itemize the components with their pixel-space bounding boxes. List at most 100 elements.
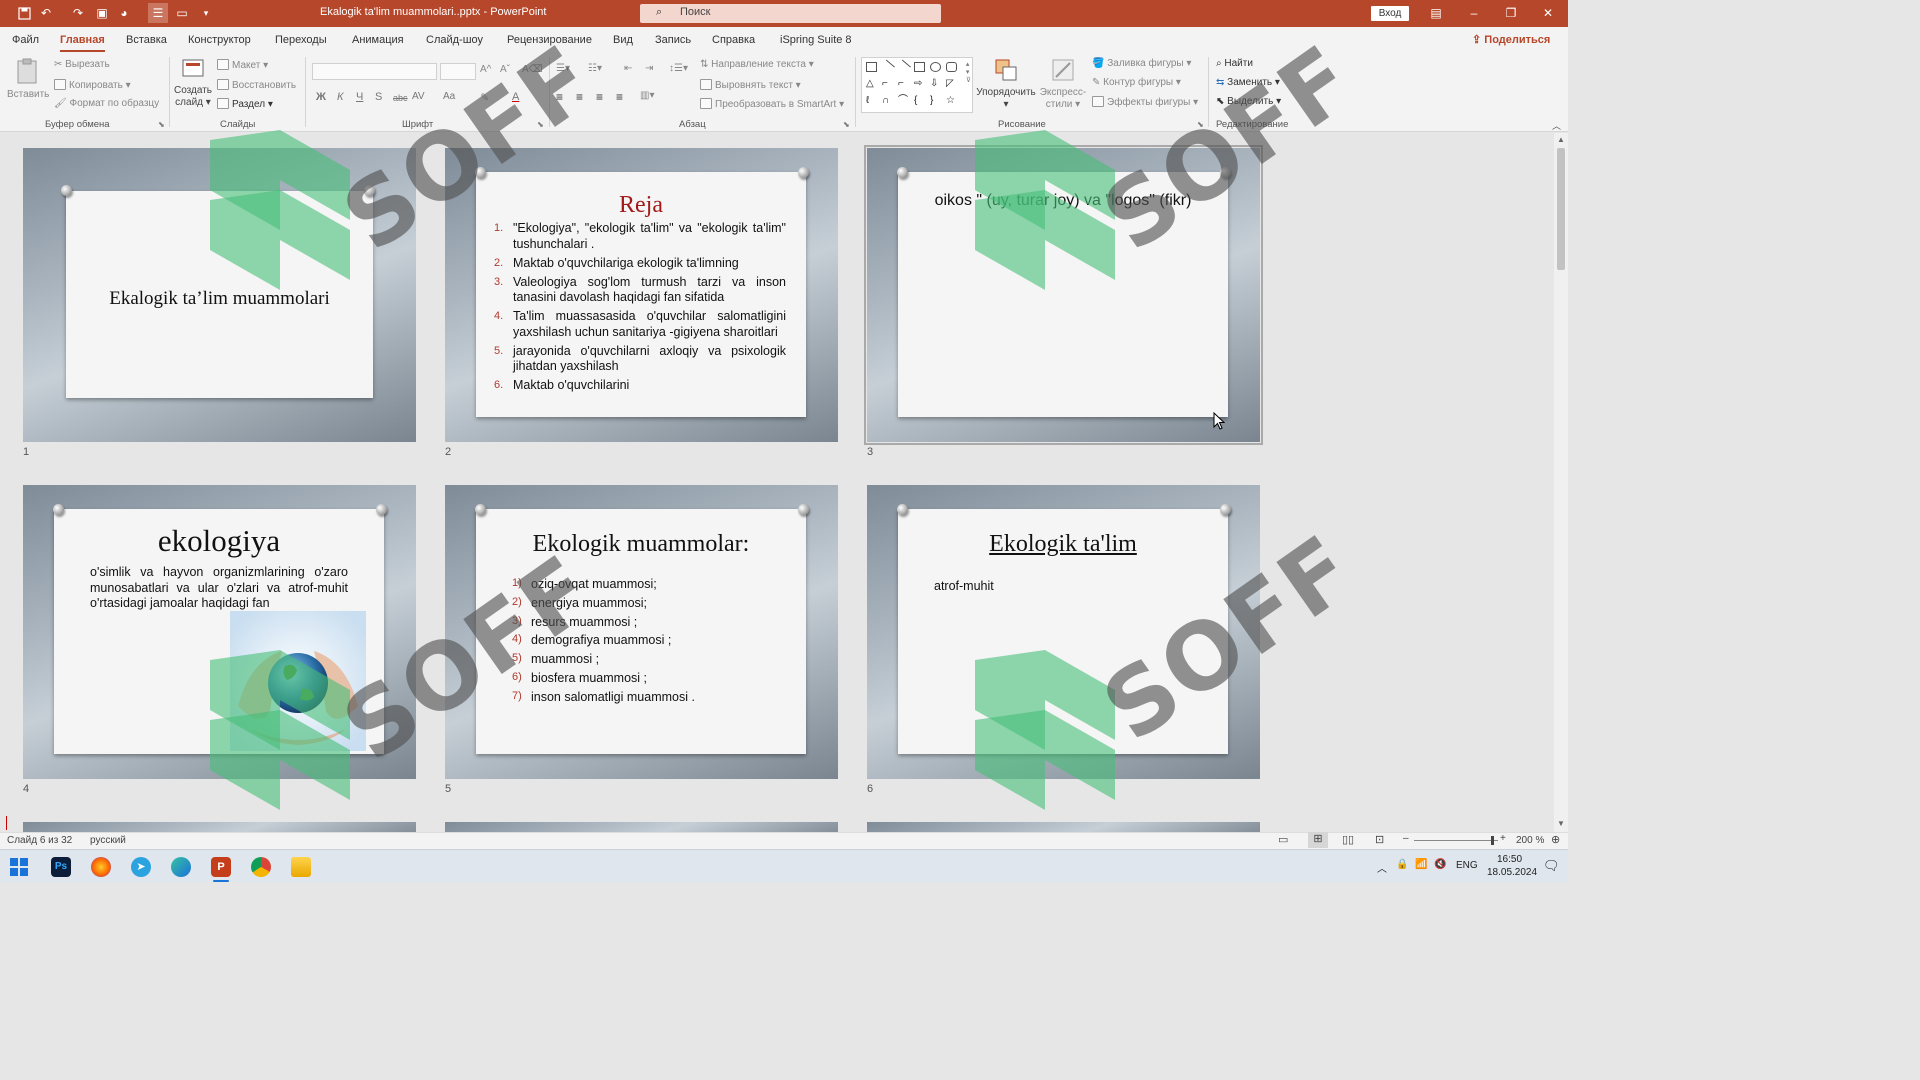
powerpoint-taskbar-icon[interactable]: P (211, 857, 231, 877)
drawing-launcher-icon[interactable]: ⬊ (1197, 120, 1204, 129)
slideshow-view-icon[interactable]: ⊡ (1375, 833, 1384, 846)
down-arrow-shape-icon[interactable]: ⇩ (930, 79, 941, 89)
italic-button[interactable]: К (337, 91, 343, 103)
scrollbar-thumb[interactable] (1557, 148, 1565, 270)
grow-font-icon[interactable]: A^ (480, 64, 491, 75)
align-left-icon[interactable]: ≡ (556, 90, 563, 104)
redo-icon[interactable]: ↷ (70, 5, 86, 21)
clear-format-icon[interactable]: A⌫ (522, 64, 543, 75)
slide-thumbnail-7[interactable] (23, 822, 416, 832)
undo-icon[interactable]: ↶ (38, 5, 54, 21)
tab-ispring[interactable]: iSpring Suite 8 (780, 34, 852, 46)
tab-record[interactable]: Запись (655, 34, 691, 46)
line-shape-icon[interactable] (880, 59, 895, 75)
save-icon[interactable] (16, 5, 32, 21)
callout-shape-icon[interactable]: ◸ (946, 79, 957, 89)
fit-to-window-icon[interactable]: ⊕ (1551, 833, 1560, 846)
oval-shape-icon[interactable] (930, 62, 941, 72)
quick-styles-button[interactable]: Экспресс-стили ▾ (1038, 57, 1088, 111)
customize-toolbar-icon[interactable]: ▾ (198, 5, 214, 21)
replace-button[interactable]: ⇆ Заменить ▾ (1216, 77, 1280, 88)
columns-icon[interactable]: ▥▾ (640, 90, 654, 101)
rectangle-shape-icon[interactable] (914, 62, 925, 72)
shrink-font-icon[interactable]: Aˇ (500, 64, 510, 75)
tab-home[interactable]: Главная (60, 34, 105, 52)
align-right-icon[interactable]: ≡ (596, 90, 603, 104)
volume-muted-icon[interactable]: 🔇 (1434, 859, 1446, 870)
triangle-shape-icon[interactable]: △ (866, 79, 877, 89)
slide-thumbnail-8[interactable] (445, 822, 838, 832)
section-button[interactable]: Раздел ▾ (217, 98, 273, 110)
tab-help[interactable]: Справка (712, 34, 755, 46)
bullets-icon[interactable]: ☰▾ (556, 63, 570, 74)
zoom-slider[interactable] (1414, 840, 1498, 841)
align-text-button[interactable]: Выровнять текст ▾ (700, 79, 801, 91)
chrome-icon[interactable] (251, 857, 271, 877)
tab-transitions[interactable]: Переходы (275, 34, 327, 46)
share-button[interactable]: ⇪ Поделиться (1472, 33, 1556, 49)
tab-review[interactable]: Рецензирование (507, 34, 592, 46)
firefox-icon[interactable] (91, 857, 111, 877)
highlight-color-icon[interactable]: ✎ (480, 91, 489, 104)
scroll-up-icon[interactable]: ▲ (1557, 135, 1565, 144)
clipboard-launcher-icon[interactable]: ⬊ (158, 120, 165, 129)
layout-button[interactable]: Макет ▾ (217, 59, 268, 71)
elbow-connector-icon[interactable]: ⌐ (882, 79, 893, 89)
slide-thumbnail-1[interactable]: Ekalogik ta’lim muammolari (23, 148, 416, 442)
textbox-shape-icon[interactable] (866, 62, 877, 72)
tab-file[interactable]: Файл (12, 34, 39, 46)
zoom-slider-handle[interactable] (1491, 836, 1494, 845)
justify-icon[interactable]: ≡ (616, 90, 623, 104)
paste-button[interactable]: Вставить (7, 57, 49, 101)
slide-thumbnail-9[interactable] (867, 822, 1260, 832)
edge-icon[interactable] (171, 857, 191, 877)
slide-thumbnail-2[interactable]: Reja 1. "Ekologiya", "ekologik ta'lim" va… (445, 148, 838, 442)
new-slide-button[interactable]: Создать слайд ▾ (173, 57, 213, 109)
photoshop-icon[interactable]: Ps (51, 857, 71, 877)
gallery-scroll-icon[interactable]: ▴ ▾ ⊽ (966, 60, 971, 84)
zoom-out-icon[interactable]: – (1403, 833, 1409, 844)
shadow-button[interactable]: S (375, 91, 382, 103)
tab-view[interactable]: Вид (613, 34, 633, 46)
scroll-down-icon[interactable]: ▼ (1557, 819, 1565, 828)
decrease-indent-icon[interactable]: ⇤ (624, 63, 632, 74)
record-icon[interactable]: ◕ (116, 5, 132, 21)
keyboard-language[interactable]: ENG (1456, 860, 1478, 871)
right-arrow-shape-icon[interactable]: ⇨ (914, 79, 925, 89)
change-case-button[interactable]: Aa (443, 91, 455, 102)
zoom-in-icon[interactable]: + (1500, 833, 1506, 844)
align-center-icon[interactable]: ≡ (576, 90, 583, 104)
layout-view-icon[interactable]: ☰ (148, 3, 168, 23)
find-button[interactable]: ⌕ Найти (1216, 58, 1253, 69)
shape-effects-button[interactable]: Эффекты фигуры ▾ (1092, 96, 1198, 108)
increase-indent-icon[interactable]: ⇥ (645, 63, 653, 74)
ribbon-display-icon[interactable]: ▤ (1426, 4, 1446, 22)
clock-time[interactable]: 16:50 (1497, 854, 1522, 865)
copy-button[interactable]: Копировать ▾ (54, 79, 131, 91)
freeform-shape-icon[interactable]: ℓ (866, 96, 877, 106)
restore-icon[interactable]: ❐ (1501, 4, 1521, 22)
right-brace-shape-icon[interactable]: } (930, 96, 941, 106)
shapes-gallery[interactable]: △ ⌐ ⌐ ⇨ ⇩ ◸ ℓ ∩ ⌒ { } ☆ ▴ ▾ ⊽ (861, 57, 973, 113)
tab-insert[interactable]: Вставка (126, 34, 167, 46)
shape-outline-button[interactable]: ✎ Контур фигуры ▾ (1092, 77, 1181, 88)
telegram-icon[interactable]: ➤ (131, 857, 151, 877)
minimize-icon[interactable]: – (1464, 4, 1484, 22)
line-spacing-icon[interactable]: ↕☰▾ (669, 63, 688, 74)
smartart-button[interactable]: Преобразовать в SmartArt ▾ (700, 98, 844, 110)
underline-button[interactable]: Ч (356, 91, 363, 103)
curved-connector-icon[interactable]: ⌐ (898, 79, 909, 89)
notifications-icon[interactable]: 🗨 (1543, 858, 1560, 874)
arrange-button[interactable]: Упорядочить ▾ (976, 57, 1036, 111)
tab-design[interactable]: Конструктор (188, 34, 251, 46)
bold-button[interactable]: Ж (316, 91, 326, 103)
close-icon[interactable]: ✕ (1538, 4, 1558, 22)
left-brace-shape-icon[interactable]: { (914, 96, 925, 106)
tray-overflow-icon[interactable]: ︿ (1377, 860, 1387, 875)
slide-thumbnail-3[interactable]: oikos " (uy, turar joy) va "logos" (fikr… (864, 145, 1263, 445)
text-direction-button[interactable]: ⇅ Направление текста ▾ (700, 59, 814, 70)
numbering-icon[interactable]: ☷▾ (588, 63, 602, 74)
quick-access-icon[interactable]: ▭ (174, 5, 190, 21)
font-launcher-icon[interactable]: ⬊ (537, 120, 544, 129)
start-slideshow-icon[interactable]: ▣ (94, 5, 110, 21)
